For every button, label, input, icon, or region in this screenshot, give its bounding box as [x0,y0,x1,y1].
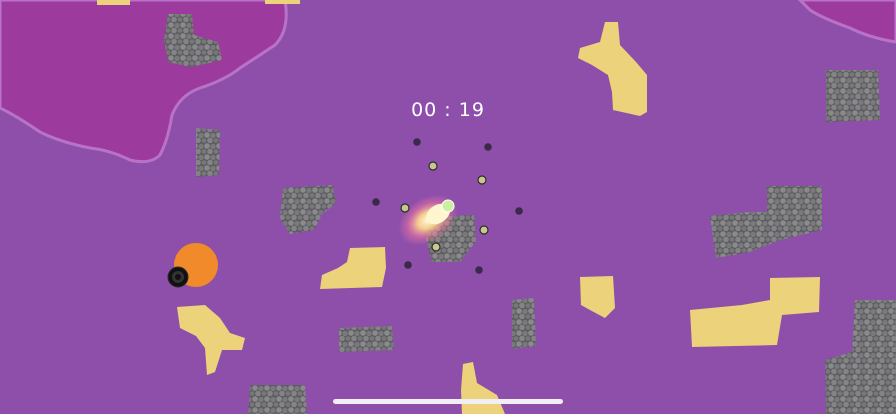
game-map [0,0,896,414]
game-viewport[interactable]: 00 : 19 [0,0,896,414]
home-indicator[interactable] [333,399,563,404]
timer-display: 00 : 19 [411,99,485,121]
